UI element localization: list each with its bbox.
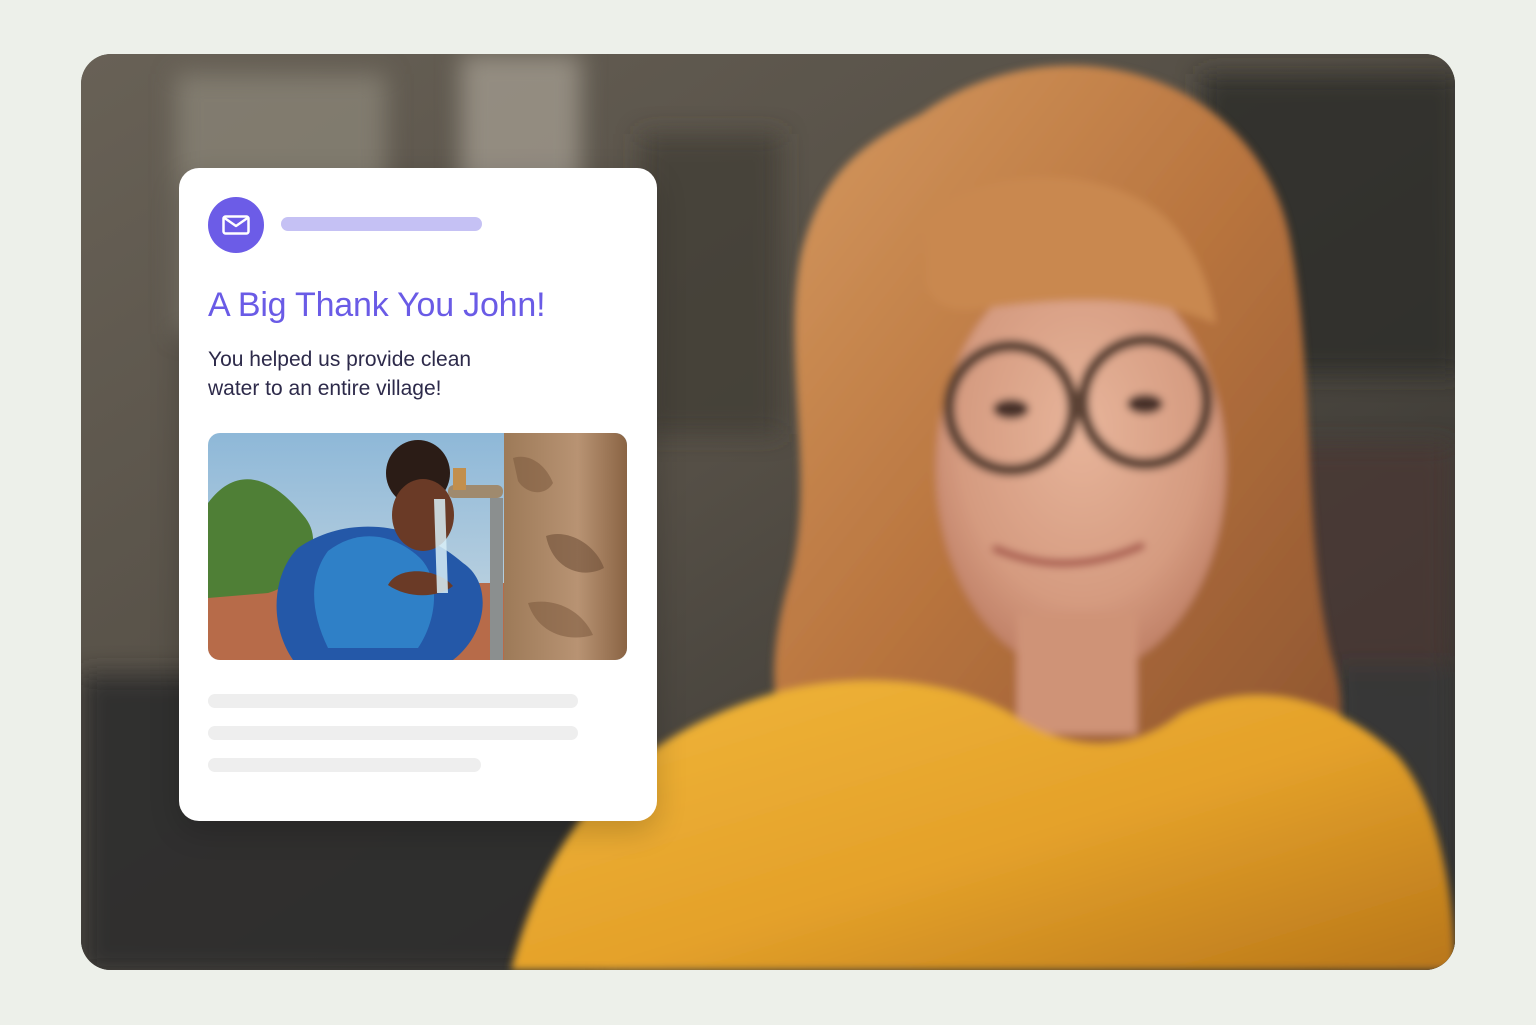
text-placeholder-line-2 (208, 726, 578, 740)
envelope-icon-badge (208, 197, 264, 253)
text-placeholder-line-3 (208, 758, 481, 772)
email-message-line-2: water to an entire village! (208, 377, 442, 400)
water-tap-photo (208, 433, 627, 660)
sender-name-placeholder (281, 217, 482, 231)
email-message-line-1: You helped us provide clean (208, 348, 472, 371)
email-headline: A Big Thank You John! (208, 286, 546, 324)
text-placeholder-line-1 (208, 694, 578, 708)
envelope-icon (222, 215, 250, 235)
email-message: You helped us provide clean water to an … (208, 345, 538, 403)
email-card: A Big Thank You John! You helped us prov… (179, 168, 657, 821)
village-water-tap-image (208, 433, 627, 660)
